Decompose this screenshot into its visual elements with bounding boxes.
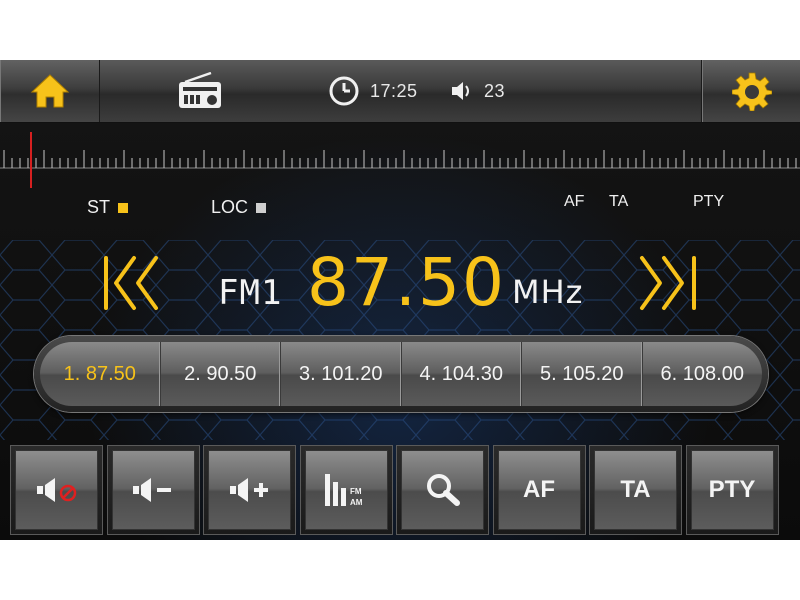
mute-button[interactable]: [10, 445, 103, 535]
pty-indicator: PTY: [693, 193, 725, 210]
stereo-status-light: [118, 202, 129, 213]
volume-down-icon: [133, 478, 171, 502]
af-button-label: AF: [497, 450, 581, 530]
scan-button[interactable]: [396, 445, 489, 535]
frequency-display: 87.50: [307, 244, 506, 321]
stereo-indicator: ST: [87, 197, 129, 218]
volume-down-button[interactable]: [106, 445, 200, 535]
ta-button[interactable]: TA: [589, 445, 682, 535]
control-bar: FM AM AF TA PTY: [10, 445, 790, 537]
clock-time: 17:25: [370, 80, 418, 101]
pty-button[interactable]: PTY: [685, 445, 779, 535]
stereo-label: ST: [87, 197, 111, 217]
clock-icon: [329, 76, 359, 106]
volume-display: 23: [450, 74, 505, 108]
seek-back-button[interactable]: [98, 252, 164, 314]
preset-button[interactable]: 4. 104.30: [402, 342, 522, 406]
seek-forward-button[interactable]: [636, 252, 702, 314]
speaker-icon: [452, 82, 469, 100]
seek-forward-icon: [640, 256, 696, 310]
volume-up-button[interactable]: [203, 445, 296, 535]
home-icon: [30, 74, 69, 108]
af-button[interactable]: AF: [492, 445, 586, 535]
preset-button[interactable]: 1. 87.50: [40, 342, 161, 406]
band-fm-label: FM: [350, 487, 362, 496]
volume-level: 23: [484, 80, 506, 101]
preset-button[interactable]: 6. 108.00: [643, 342, 763, 406]
frequency-unit: MHz: [512, 273, 584, 311]
local-label: LOC: [211, 197, 249, 217]
band-label: FM1: [218, 273, 283, 313]
volume-up-icon: [229, 478, 268, 502]
settings-button[interactable]: [701, 60, 800, 122]
radio-screen: 17:25 23 ST LOC AF TA PTY FM1 87.50 MHz …: [0, 60, 800, 540]
af-indicator: AF: [564, 193, 585, 210]
preset-button[interactable]: 5. 105.20: [522, 342, 643, 406]
band-button[interactable]: FM AM: [299, 445, 393, 535]
pty-button-label: PTY: [690, 450, 774, 530]
equalizer-icon: FM AM: [325, 474, 363, 507]
search-icon: [426, 474, 460, 506]
gear-icon: [731, 72, 772, 111]
preset-bar: 1. 87.50 2. 90.50 3. 101.20 4. 104.30 5.…: [34, 336, 768, 412]
radio-source-button[interactable]: [170, 70, 230, 112]
ta-button-label: TA: [594, 450, 677, 530]
ta-indicator: TA: [609, 193, 629, 210]
mute-icon: [36, 478, 76, 502]
preset-button[interactable]: 2. 90.50: [161, 342, 281, 406]
home-button[interactable]: [0, 60, 100, 122]
tuner-scale[interactable]: [0, 130, 800, 190]
top-bar: 17:25 23: [0, 60, 800, 123]
local-indicator: LOC: [211, 197, 267, 218]
band-am-label: AM: [350, 498, 363, 507]
radio-icon: [179, 72, 221, 108]
clock-display: 17:25: [328, 74, 418, 108]
local-status-light: [256, 202, 267, 213]
seek-back-icon: [104, 256, 158, 310]
preset-button[interactable]: 3. 101.20: [281, 342, 402, 406]
